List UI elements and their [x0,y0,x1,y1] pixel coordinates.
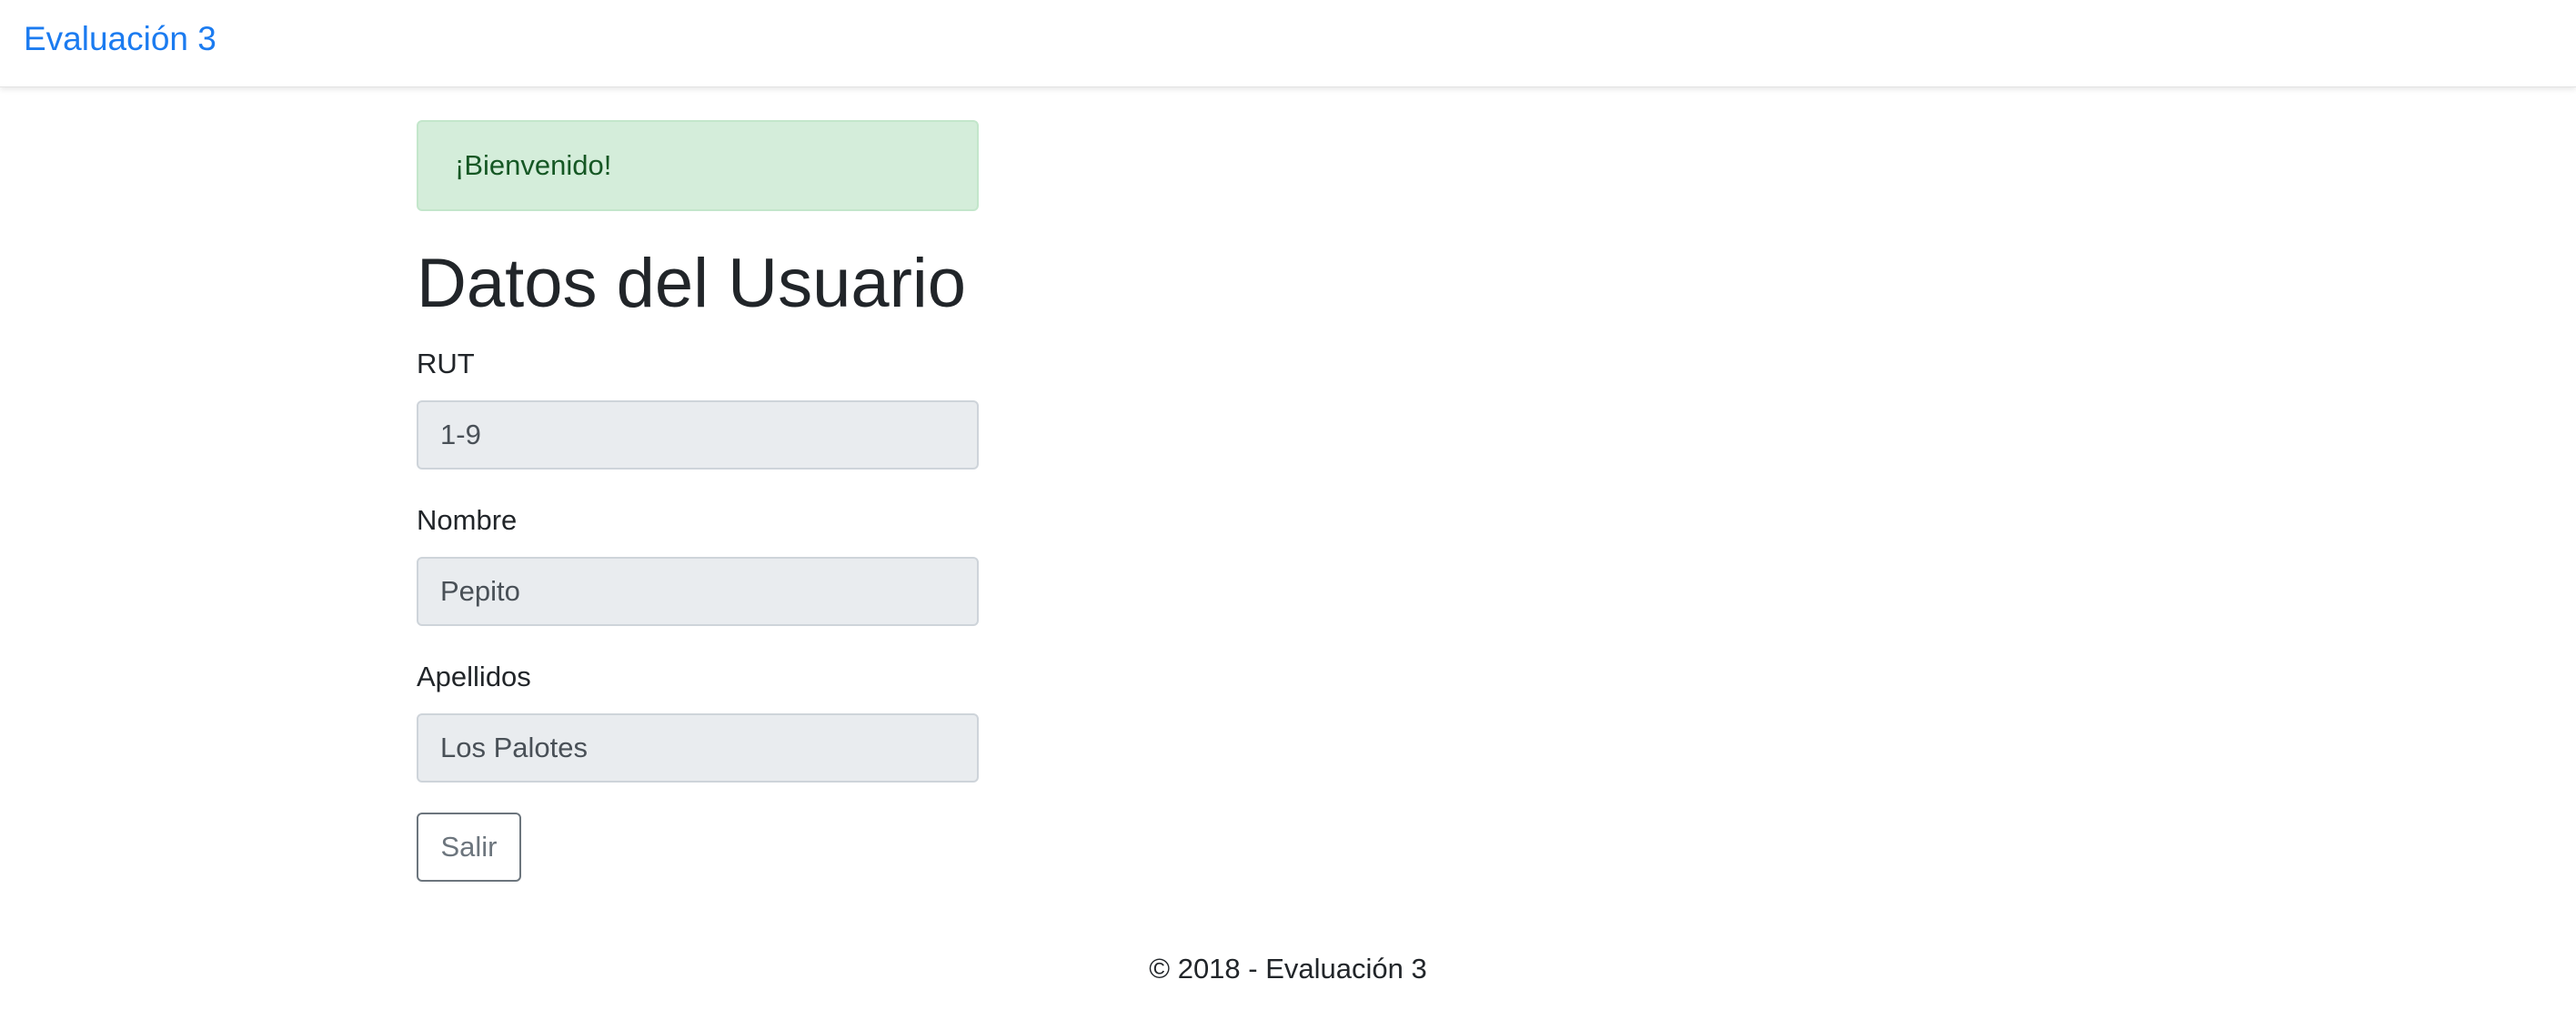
apellidos-field[interactable] [417,713,979,783]
rut-field[interactable] [417,400,979,470]
apellidos-label: Apellidos [417,661,531,692]
salir-button[interactable]: Salir [417,813,521,882]
rut-label: RUT [417,348,475,379]
page-title: Datos del Usuario [417,245,967,322]
welcome-alert: ¡Bienvenido! [417,120,979,211]
footer: © 2018 - Evaluación 3 [1149,953,1427,985]
main-content: ¡Bienvenido! Datos del Usuario RUT Nombr… [417,120,979,882]
nombre-label: Nombre [417,504,518,536]
navbar: Evaluación 3 [0,0,2576,87]
nombre-field[interactable] [417,557,979,626]
brand-link[interactable]: Evaluación 3 [24,18,216,60]
